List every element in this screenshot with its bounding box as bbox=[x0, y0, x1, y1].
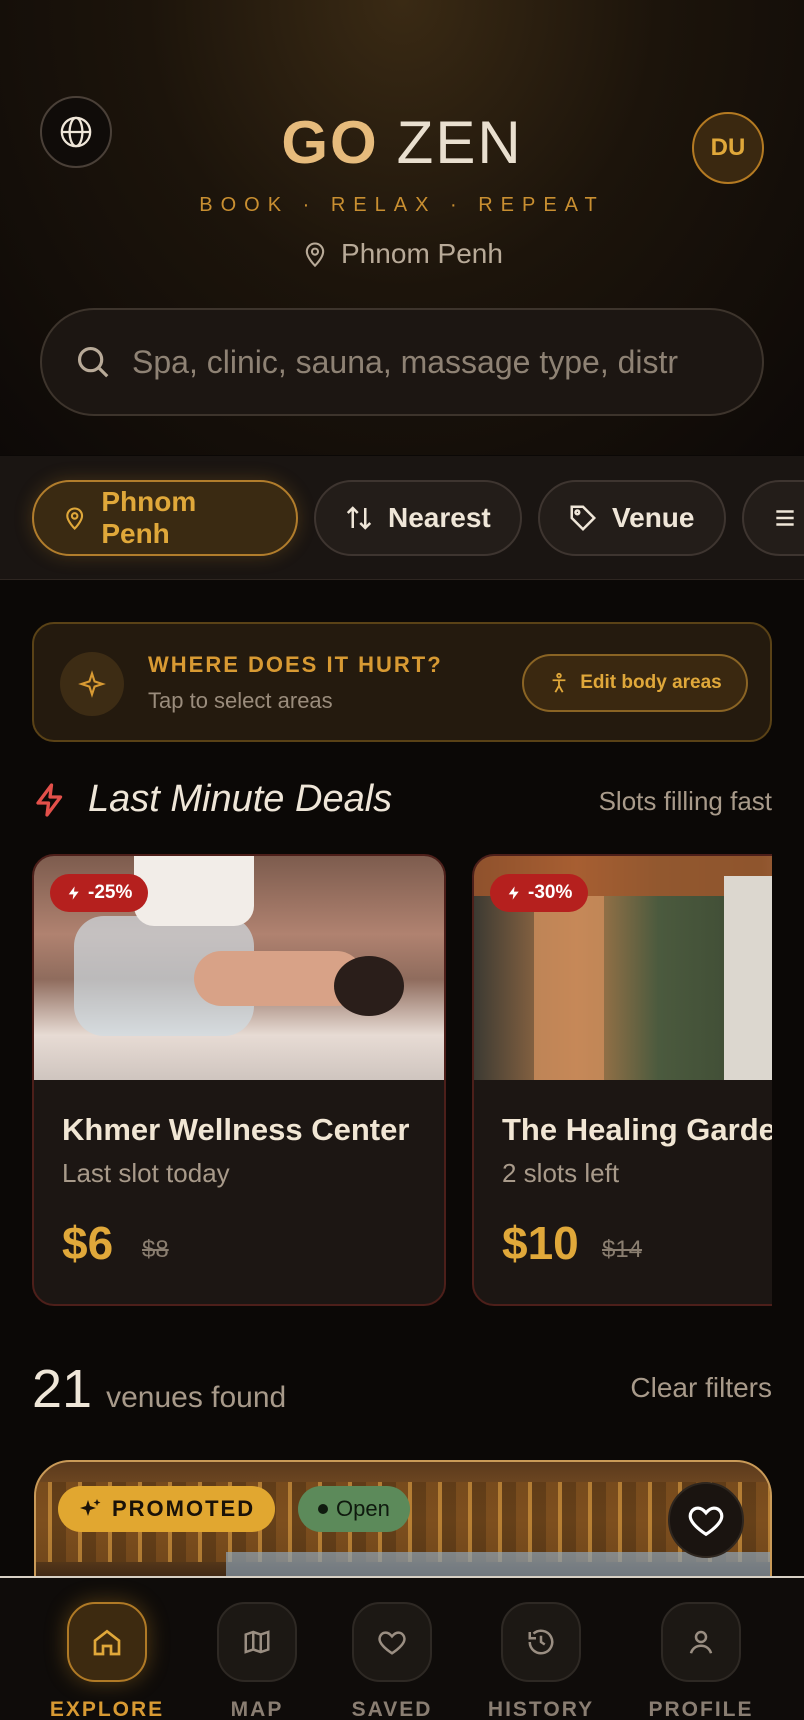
nav-profile[interactable]: PROFILE bbox=[641, 1602, 761, 1720]
search-input[interactable] bbox=[132, 343, 752, 381]
nav-label: MAP bbox=[230, 1698, 284, 1720]
current-location[interactable]: Phnom Penh bbox=[0, 238, 804, 270]
nav-label: HISTORY bbox=[487, 1698, 595, 1720]
body-areas-title: WHERE DOES IT HURT? bbox=[148, 652, 443, 677]
header: GO ZEN DU BOOK · RELAX · REPEAT Phnom Pen… bbox=[0, 0, 804, 455]
chip-label: Phnom Penh bbox=[101, 486, 197, 549]
nav-explore[interactable]: EXPLORE bbox=[47, 1602, 167, 1720]
search-icon bbox=[77, 346, 109, 378]
nav-saved[interactable]: SAVED bbox=[332, 1602, 452, 1720]
deals-title: Last Minute Deals bbox=[88, 778, 393, 820]
search-bar[interactable] bbox=[40, 308, 764, 416]
deal-name: Khmer Wellness Center bbox=[62, 1112, 410, 1147]
nav-label: PROFILE bbox=[648, 1698, 754, 1720]
menu-icon bbox=[776, 510, 794, 526]
nav-icon-holder bbox=[352, 1602, 432, 1682]
sparkle-icon bbox=[80, 1499, 101, 1516]
open-status-badge: Open bbox=[298, 1486, 410, 1532]
promoted-badge: PROMOTED bbox=[58, 1486, 276, 1532]
deal-card[interactable]: -30% The Healing Garde 2 slots left $10 … bbox=[472, 854, 772, 1306]
sparkle-icon-holder bbox=[60, 652, 124, 716]
edit-body-areas-button[interactable]: Edit body areas bbox=[522, 654, 748, 712]
discount-badge: -30% bbox=[490, 874, 589, 912]
heart-icon bbox=[378, 1631, 406, 1655]
nav-icon-holder bbox=[67, 1602, 147, 1682]
deals-subtitle: Slots filling fast bbox=[598, 786, 772, 816]
deals-carousel[interactable]: -25% Khmer Wellness Center Last slot tod… bbox=[32, 854, 772, 1308]
filter-chip-sort[interactable]: Nearest bbox=[314, 480, 522, 556]
history-icon bbox=[528, 1629, 554, 1655]
brand-zen: ZEN bbox=[396, 109, 523, 176]
nav-history[interactable]: HISTORY bbox=[481, 1602, 601, 1720]
body-areas-subtitle: Tap to select areas bbox=[148, 688, 333, 713]
edit-body-areas-label: Edit body areas bbox=[580, 672, 722, 693]
discount-label: -25% bbox=[88, 882, 133, 903]
nav-map[interactable]: MAP bbox=[197, 1602, 317, 1720]
map-pin-icon bbox=[66, 507, 84, 531]
nav-icon-holder bbox=[661, 1602, 741, 1682]
deal-price: $10 bbox=[502, 1217, 579, 1269]
lightning-icon bbox=[68, 886, 79, 900]
filter-chip-more[interactable] bbox=[742, 480, 804, 556]
map-icon bbox=[244, 1630, 270, 1654]
body-icon bbox=[552, 672, 566, 693]
open-status-label: Open bbox=[336, 1496, 390, 1521]
deal-price: $6 bbox=[62, 1217, 114, 1269]
heart-icon bbox=[688, 1506, 724, 1537]
deals-header: Last Minute Deals Slots filling fast bbox=[32, 776, 772, 828]
user-icon bbox=[689, 1630, 713, 1654]
app-logo: GO ZEN bbox=[0, 108, 804, 177]
body-areas-card[interactable]: WHERE DOES IT HURT? Tap to select areas … bbox=[32, 622, 772, 742]
lightning-icon bbox=[508, 886, 519, 900]
filter-chip-type[interactable]: Venue bbox=[538, 480, 726, 556]
nav-icon-holder bbox=[501, 1602, 581, 1682]
map-pin-icon bbox=[305, 242, 325, 268]
filter-chip-location[interactable]: Phnom Penh bbox=[32, 480, 298, 556]
bottom-nav: EXPLORE MAP SAVED HISTORY PROFILE bbox=[0, 1576, 804, 1720]
chip-label: Nearest bbox=[388, 502, 491, 533]
tagline: BOOK · RELAX · REPEAT bbox=[199, 194, 605, 216]
discount-label: -30% bbox=[528, 882, 573, 903]
deal-old-price: $8 bbox=[142, 1236, 169, 1263]
chip-label: Venue bbox=[612, 502, 695, 533]
clear-filters-link[interactable]: Clear filters bbox=[630, 1372, 772, 1404]
deal-slots: Last slot today bbox=[62, 1158, 230, 1188]
nav-icon-holder bbox=[217, 1602, 297, 1682]
deal-card[interactable]: -25% Khmer Wellness Center Last slot tod… bbox=[32, 854, 446, 1306]
tag-icon bbox=[570, 505, 597, 532]
deal-slots: 2 slots left bbox=[502, 1158, 620, 1188]
sparkle-icon bbox=[78, 670, 106, 698]
deal-old-price: $14 bbox=[602, 1236, 643, 1263]
deal-name: The Healing Garde bbox=[502, 1112, 772, 1147]
brand-go: GO bbox=[281, 109, 379, 176]
results-label: venues found bbox=[106, 1381, 287, 1414]
sort-icon bbox=[346, 506, 372, 530]
home-icon bbox=[93, 1629, 121, 1656]
discount-badge: -25% bbox=[50, 874, 149, 912]
favorite-button[interactable] bbox=[668, 1482, 744, 1558]
status-dot bbox=[318, 1504, 328, 1514]
promoted-label: PROMOTED bbox=[112, 1496, 256, 1521]
lightning-icon bbox=[36, 783, 63, 817]
nav-label: SAVED bbox=[351, 1698, 433, 1720]
avatar[interactable]: DU bbox=[692, 112, 764, 184]
nav-label: EXPLORE bbox=[49, 1698, 165, 1720]
results-count: 21 venues found bbox=[32, 1358, 286, 1420]
results-number: 21 bbox=[32, 1359, 93, 1419]
filter-bar: Phnom Penh Nearest Venue bbox=[0, 456, 804, 580]
location-label: Phnom Penh bbox=[341, 238, 503, 269]
